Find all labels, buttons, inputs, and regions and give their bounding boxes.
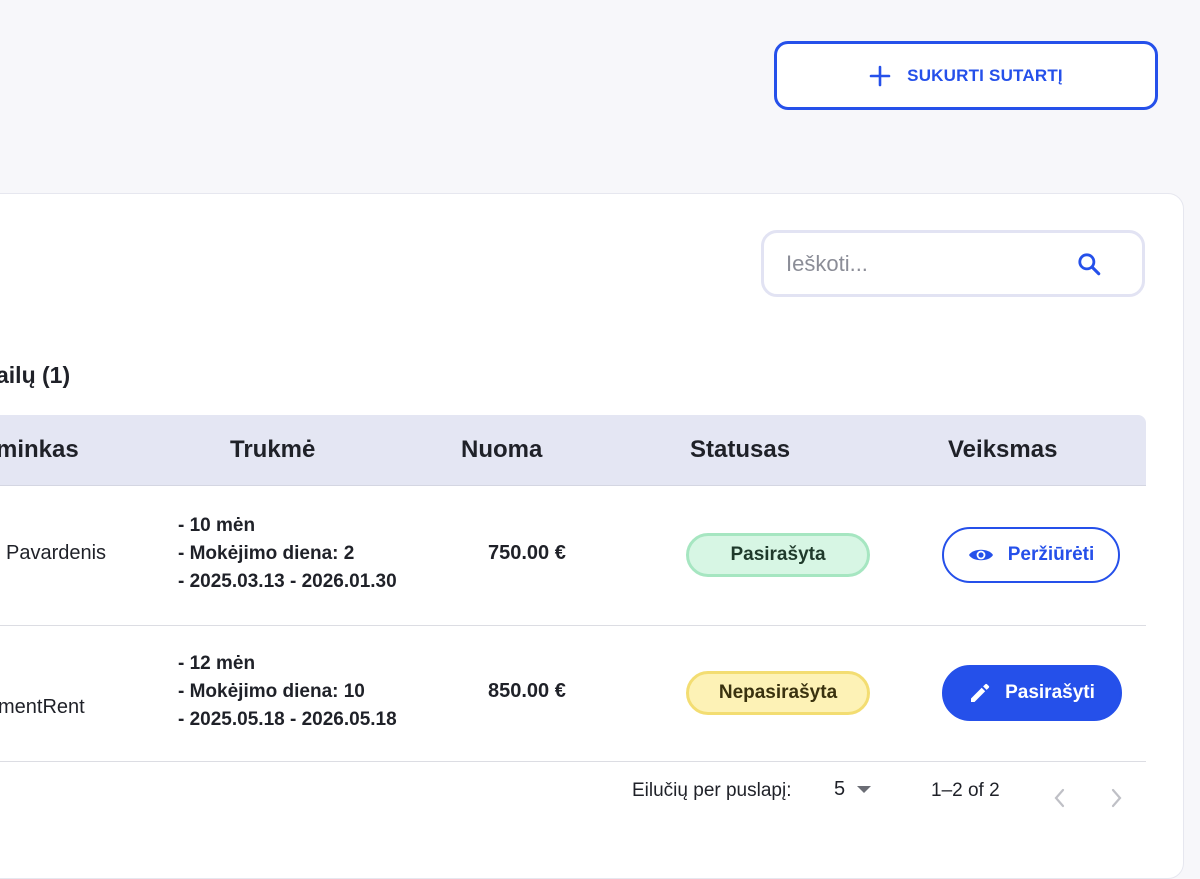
duration-months: - 12 mėn xyxy=(178,653,256,674)
duration-cell: - 10 mėn - Mokėjimo diena: 2 - 2025.03.1… xyxy=(178,512,397,596)
duration-dates: - 2025.05.18 - 2026.05.18 xyxy=(178,709,397,730)
caret-down-icon xyxy=(857,785,872,793)
plus-icon xyxy=(869,65,891,86)
chevron-right-icon[interactable] xyxy=(1106,786,1126,810)
sign-button[interactable]: Pasirašyti xyxy=(942,665,1122,721)
column-header-duration: Trukmė xyxy=(230,436,316,463)
rows-per-page-value: 5 xyxy=(834,778,846,800)
rent-amount: 750.00 € xyxy=(488,542,566,564)
column-header-status: Statusas xyxy=(690,436,791,463)
table-header: minkas Trukmė Nuoma Statusas Veiksmas xyxy=(0,415,1146,486)
table-row: Pavardenis - 10 mėn - Mokėjimo diena: 2 … xyxy=(0,486,1146,626)
search-icon[interactable] xyxy=(1076,250,1102,278)
page-range: 1–2 of 2 xyxy=(931,780,1000,801)
view-button-label: Peržiūrėti xyxy=(1007,544,1095,565)
duration-months: - 10 mėn xyxy=(178,515,256,536)
duration-payment-day: - Mokėjimo diena: 10 xyxy=(178,681,365,702)
duration-dates: - 2025.03.13 - 2026.01.30 xyxy=(178,571,397,592)
status-badge: Pasirašyta xyxy=(686,533,870,577)
chevron-left-icon[interactable] xyxy=(1050,786,1070,810)
column-header-tenant: minkas xyxy=(0,436,79,463)
page: SUKURTI SUTARTĮ ailų (1) minkas Trukmė N… xyxy=(0,0,1200,879)
section-title-wrap: ailų (1) xyxy=(0,362,120,394)
search-box xyxy=(761,230,1145,297)
column-header-action: Veiksmas xyxy=(948,436,1058,463)
column-header-rent: Nuoma xyxy=(461,436,543,463)
section-title: ailų (1) xyxy=(0,362,71,388)
search-input[interactable] xyxy=(784,249,1076,278)
tenant-name: mentRent xyxy=(0,696,85,718)
rent-amount: 850.00 € xyxy=(488,680,566,702)
view-button[interactable]: Peržiūrėti xyxy=(942,527,1120,583)
pencil-icon xyxy=(971,683,990,702)
create-contract-label: SUKURTI SUTARTĮ xyxy=(907,65,1063,85)
table-row: mentRent - 12 mėn - Mokėjimo diena: 10 -… xyxy=(0,626,1146,762)
rows-per-page-select[interactable]: 5 xyxy=(834,778,872,801)
tenant-name: Pavardenis xyxy=(6,542,107,564)
eye-icon xyxy=(968,549,993,561)
rows-per-page-label: Eilučių per puslapį: xyxy=(632,780,792,801)
duration-payment-day: - Mokėjimo diena: 2 xyxy=(178,543,355,564)
create-contract-button[interactable]: SUKURTI SUTARTĮ xyxy=(774,41,1158,110)
status-label: Pasirašyta xyxy=(730,544,826,565)
sign-button-label: Pasirašyti xyxy=(1005,682,1095,703)
status-badge: Nepasirašyta xyxy=(686,671,870,715)
duration-cell: - 12 mėn - Mokėjimo diena: 10 - 2025.05.… xyxy=(178,650,397,734)
status-label: Nepasirašyta xyxy=(718,682,838,703)
